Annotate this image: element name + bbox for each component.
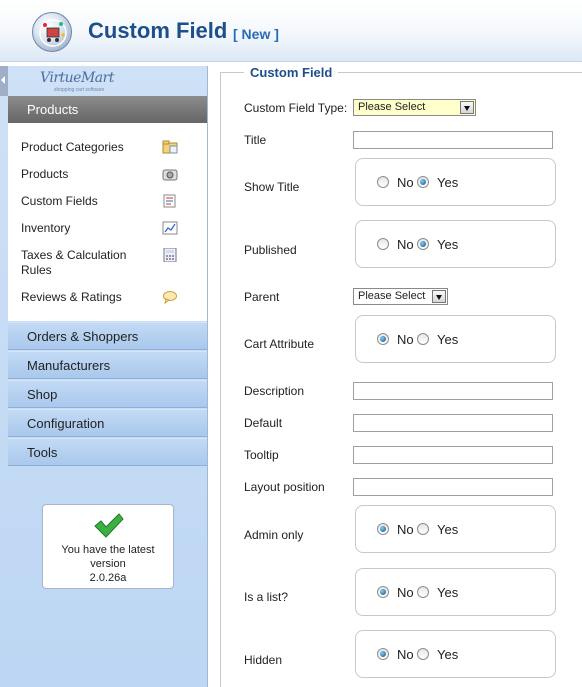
speech-bubble-icon: [163, 291, 177, 304]
fieldset-legend: Custom Field: [244, 65, 339, 80]
cart-attribute-no-radio[interactable]: [377, 333, 389, 345]
version-number: 2.0.26a: [89, 572, 127, 584]
field-type-select[interactable]: Please Select: [353, 99, 476, 116]
published-label: Published: [244, 243, 297, 257]
folder-icon: [162, 140, 178, 154]
hidden-yes-radio[interactable]: [417, 648, 429, 660]
sidebar-item-custom-fields[interactable]: Custom Fields: [21, 194, 98, 209]
admin-only-label: Admin only: [244, 528, 304, 542]
field-type-label: Custom Field Type:: [244, 101, 348, 115]
parent-value: Please Select: [358, 290, 426, 302]
camera-icon: [162, 169, 178, 181]
hidden-radio-group: No Yes: [355, 630, 556, 678]
default-label: Default: [244, 416, 283, 430]
version-status-box: You have the latest version 2.0.26a: [42, 504, 174, 589]
tooltip-label: Tooltip: [244, 448, 279, 462]
sidebar-item-products[interactable]: Products: [21, 167, 68, 182]
published-no-radio[interactable]: [377, 238, 389, 250]
products-submenu: Product Categories Products Custom Field…: [8, 123, 207, 321]
title-input[interactable]: [353, 131, 553, 149]
cart-attribute-no-label: No: [397, 332, 414, 347]
description-label: Description: [244, 384, 305, 398]
layout-position-input[interactable]: [353, 478, 553, 496]
sidebar-item-inventory[interactable]: Inventory: [21, 221, 70, 236]
hidden-yes-label: Yes: [437, 647, 459, 662]
show-title-yes-label: Yes: [437, 175, 459, 190]
calculator-icon: [163, 248, 177, 262]
fields-icon: [163, 194, 176, 208]
admin-only-no-radio[interactable]: [377, 523, 389, 535]
cart-attribute-yes-label: Yes: [437, 332, 459, 347]
version-status-text: You have the latest version: [61, 544, 155, 570]
sidebar-item-product-categories[interactable]: Product Categories: [21, 140, 124, 155]
cart-attribute-radio-group: No Yes: [355, 315, 556, 363]
published-yes-label: Yes: [437, 237, 459, 252]
parent-select[interactable]: Please Select: [353, 288, 448, 305]
sidebar-section-configuration[interactable]: Configuration: [8, 409, 207, 437]
brand-tagline: shopping cart software: [54, 87, 105, 93]
is-list-no-label: No: [397, 585, 414, 600]
admin-only-yes-label: Yes: [437, 522, 459, 537]
show-title-yes-radio[interactable]: [417, 176, 429, 188]
show-title-radio-group: No Yes: [355, 158, 556, 206]
checkmark-icon: [94, 513, 124, 538]
is-list-radio-group: No Yes: [355, 568, 556, 616]
field-type-value: Please Select: [358, 101, 426, 113]
chart-icon: [162, 221, 178, 235]
admin-only-no-label: No: [397, 522, 414, 537]
sidebar-item-taxes[interactable]: Taxes & Calculation Rules: [21, 248, 146, 278]
page-title: Custom Field: [88, 18, 228, 43]
is-list-yes-radio[interactable]: [417, 586, 429, 598]
virtuemart-logo-icon: [32, 12, 72, 52]
sidebar-section-products[interactable]: Products: [8, 96, 207, 123]
collapse-sidebar-handle[interactable]: [0, 66, 8, 96]
admin-only-yes-radio[interactable]: [417, 523, 429, 535]
show-title-label: Show Title: [244, 180, 300, 194]
page-subtitle: [ New ]: [233, 26, 279, 42]
sidebar-section-tools[interactable]: Tools: [8, 438, 207, 466]
show-title-no-radio[interactable]: [377, 176, 389, 188]
hidden-label: Hidden: [244, 653, 283, 667]
version-message: You have the latest version 2.0.26a: [43, 543, 173, 585]
description-input[interactable]: [353, 382, 553, 400]
cart-attribute-label: Cart Attribute: [244, 337, 315, 351]
title-label: Title: [244, 133, 267, 147]
default-input[interactable]: [353, 414, 553, 432]
published-no-label: No: [397, 237, 414, 252]
cart-attribute-yes-radio[interactable]: [417, 333, 429, 345]
published-radio-group: No Yes: [355, 220, 556, 268]
brand-name: VirtueMart: [40, 70, 114, 86]
admin-only-radio-group: No Yes: [355, 505, 556, 553]
chevron-down-icon: [460, 101, 474, 114]
sidebar-section-manufacturers[interactable]: Manufacturers: [8, 351, 207, 379]
tooltip-input[interactable]: [353, 446, 553, 464]
hidden-no-radio[interactable]: [377, 648, 389, 660]
chevron-down-icon: [432, 290, 446, 303]
is-list-no-radio[interactable]: [377, 586, 389, 598]
parent-label: Parent: [244, 290, 280, 304]
hidden-no-label: No: [397, 647, 414, 662]
sidebar-section-shop[interactable]: Shop: [8, 380, 207, 408]
sidebar-section-orders-shoppers[interactable]: Orders & Shoppers: [8, 322, 207, 350]
layout-position-label: Layout position: [244, 480, 325, 494]
show-title-no-label: No: [397, 175, 414, 190]
is-list-yes-label: Yes: [437, 585, 459, 600]
is-list-label: Is a list?: [244, 590, 289, 604]
sidebar-item-reviews[interactable]: Reviews & Ratings: [21, 290, 122, 305]
virtuemart-brand-logo: VirtueMart shopping cart software: [40, 70, 120, 93]
published-yes-radio[interactable]: [417, 238, 429, 250]
